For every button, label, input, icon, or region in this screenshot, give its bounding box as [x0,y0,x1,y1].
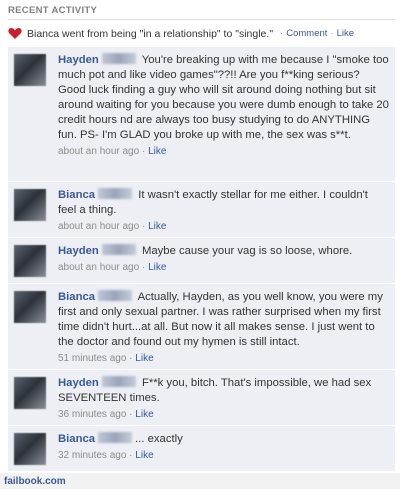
comment-link[interactable]: Comment [286,28,327,39]
comment-time: about an hour ago [58,221,140,232]
comment-like-link[interactable]: Like [135,353,153,364]
section-title: RECENT ACTIVITY [8,5,98,16]
avatar[interactable] [14,54,46,86]
comment-author[interactable]: Bianca [58,189,95,201]
comment-like-link[interactable]: Like [148,146,166,157]
footer-bar: failbook.com [0,473,400,489]
comment-item: Bianca ... exactly 32 minutes ago · Like [8,426,395,472]
avatar[interactable] [14,189,46,221]
comment-meta: 36 minutes ago · Like [58,409,154,420]
comment-text: You're breaking up with me because I "sm… [58,54,389,141]
redacted-surname [98,432,133,443]
separator: · [330,28,334,39]
comment-time: 36 minutes ago [58,409,127,420]
like-link[interactable]: Like [337,28,354,39]
comment-meta: 51 minutes ago · Like [58,353,154,364]
comment-meta: 32 minutes ago · Like [58,450,154,461]
comment-text: Maybe cause your vag is so loose, whore. [141,245,353,257]
comment-item: Hayden Maybe cause your vag is so loose,… [8,238,395,284]
divider [8,19,396,20]
comment-item: Bianca Actually, Hayden, as you well kno… [8,284,395,370]
story-text: Bianca went from being "in a relationshi… [27,27,274,40]
comment-meta: about an hour ago · Like [58,262,167,273]
redacted-surname [98,188,133,199]
comment-time: 32 minutes ago [58,450,127,461]
comment-item: Hayden You're breaking up with me becaus… [8,47,395,182]
comment-item: Hayden F**k you, bitch. That's impossibl… [8,370,395,426]
comment-meta: about an hour ago · Like [58,146,167,157]
story-line: Bianca went from being "in a relationshi… [8,27,396,40]
comment-time: about an hour ago [58,146,140,157]
comment-author[interactable]: Bianca [58,433,95,445]
comment-thread: Hayden You're breaking up with me becaus… [8,47,395,472]
comment-like-link[interactable]: Like [148,262,166,273]
comment-time: about an hour ago [58,262,140,273]
comment-item: Bianca It wasn't exactly stellar for me … [8,182,395,238]
comment-author[interactable]: Hayden [58,54,99,66]
story-actions: · Comment · Like [277,28,354,39]
avatar[interactable] [14,377,46,409]
redacted-surname [101,376,136,387]
avatar[interactable] [14,245,46,277]
separator: · [280,28,284,39]
broken-heart-icon [8,28,22,39]
comment-author[interactable]: Bianca [58,291,95,303]
redacted-surname [98,290,133,301]
comment-time: 51 minutes ago [58,353,127,364]
comment-like-link[interactable]: Like [135,409,153,420]
redacted-surname [101,244,136,255]
avatar[interactable] [14,433,46,465]
comment-text: ... exactly [135,433,183,445]
comment-like-link[interactable]: Like [135,450,153,461]
comment-author[interactable]: Hayden [58,377,99,389]
redacted-surname [101,53,136,64]
comment-author[interactable]: Hayden [58,245,99,257]
avatar[interactable] [14,291,46,323]
comment-meta: about an hour ago · Like [58,221,167,232]
watermark-logo: failbook.com [4,476,66,487]
comment-like-link[interactable]: Like [148,221,166,232]
